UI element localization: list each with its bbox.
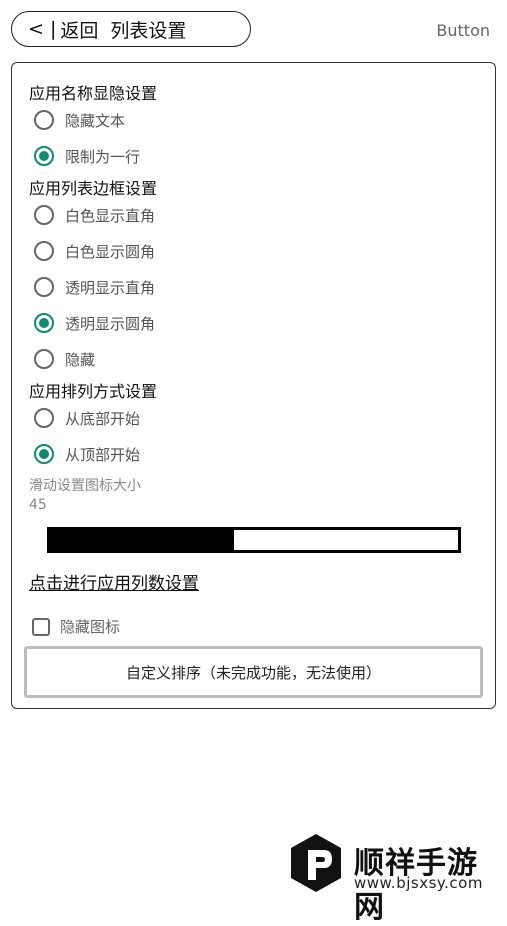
radio-indicator — [34, 313, 54, 333]
radio-indicator — [34, 146, 54, 166]
hide-icons-checkbox[interactable] — [32, 617, 50, 636]
radio-white-square[interactable]: 白色显示直角 — [34, 202, 155, 228]
page-title: 列表设置 — [110, 19, 187, 42]
radio-label: 从顶部开始 — [65, 445, 141, 464]
slider-fill — [50, 530, 234, 550]
radio-hide-text[interactable]: 隐藏文本 — [34, 107, 125, 133]
hide-icons-checkbox-row[interactable]: 隐藏图标 — [32, 616, 120, 637]
radio-single-line[interactable]: 限制为一行 — [34, 143, 140, 169]
radio-indicator — [34, 241, 54, 261]
radio-label: 透明显示圆角 — [65, 314, 156, 333]
radio-transparent-square[interactable]: 透明显示直角 — [34, 274, 155, 300]
hide-icons-label: 隐藏图标 — [60, 618, 121, 636]
watermark-logo-icon — [291, 834, 341, 892]
back-symbol: < | — [28, 18, 57, 40]
radio-label: 白色显示直角 — [65, 206, 156, 225]
radio-label: 限制为一行 — [65, 147, 141, 166]
custom-sort-button[interactable]: 自定义排序（未完成功能，无法使用） — [24, 646, 483, 698]
radio-hidden[interactable]: 隐藏 — [34, 346, 95, 372]
radio-from-bottom[interactable]: 从底部开始 — [34, 405, 140, 431]
icon-size-label: 滑动设置图标大小 — [29, 478, 141, 494]
radio-label: 隐藏 — [65, 350, 96, 369]
icon-size-value: 45 — [29, 497, 47, 513]
radio-indicator — [34, 408, 54, 428]
radio-indicator — [34, 277, 54, 297]
top-bar: < | 返回 列表设置 Button — [0, 0, 507, 62]
section-title-order: 应用排列方式设置 — [29, 382, 158, 401]
radio-label: 白色显示圆角 — [65, 242, 156, 261]
radio-transparent-rounded[interactable]: 透明显示圆角 — [34, 310, 155, 336]
radio-indicator — [34, 444, 54, 464]
watermark-url: www.bjsxsy.com — [354, 874, 483, 892]
radio-indicator — [34, 110, 54, 130]
icon-size-slider[interactable] — [47, 527, 461, 553]
radio-white-rounded[interactable]: 白色显示圆角 — [34, 238, 155, 264]
section-title-name-visibility: 应用名称显隐设置 — [29, 84, 158, 103]
radio-label: 隐藏文本 — [65, 111, 126, 130]
radio-label: 从底部开始 — [65, 409, 141, 428]
radio-from-top[interactable]: 从顶部开始 — [34, 441, 140, 467]
settings-panel: 应用名称显隐设置 隐藏文本 限制为一行 应用列表边框设置 白色显示直角 白色显示… — [11, 62, 496, 709]
radio-label: 透明显示直角 — [65, 278, 156, 297]
radio-indicator — [34, 349, 54, 369]
top-right-button[interactable]: Button — [436, 21, 490, 40]
radio-indicator — [34, 205, 54, 225]
section-title-border: 应用列表边框设置 — [29, 179, 158, 198]
column-settings-link[interactable]: 点击进行应用列数设置 — [29, 569, 199, 594]
back-button[interactable]: < | 返回 列表设置 — [11, 11, 251, 47]
back-label: 返回 — [60, 19, 99, 42]
watermark: 顺祥手游网 www.bjsxsy.com — [288, 830, 503, 925]
